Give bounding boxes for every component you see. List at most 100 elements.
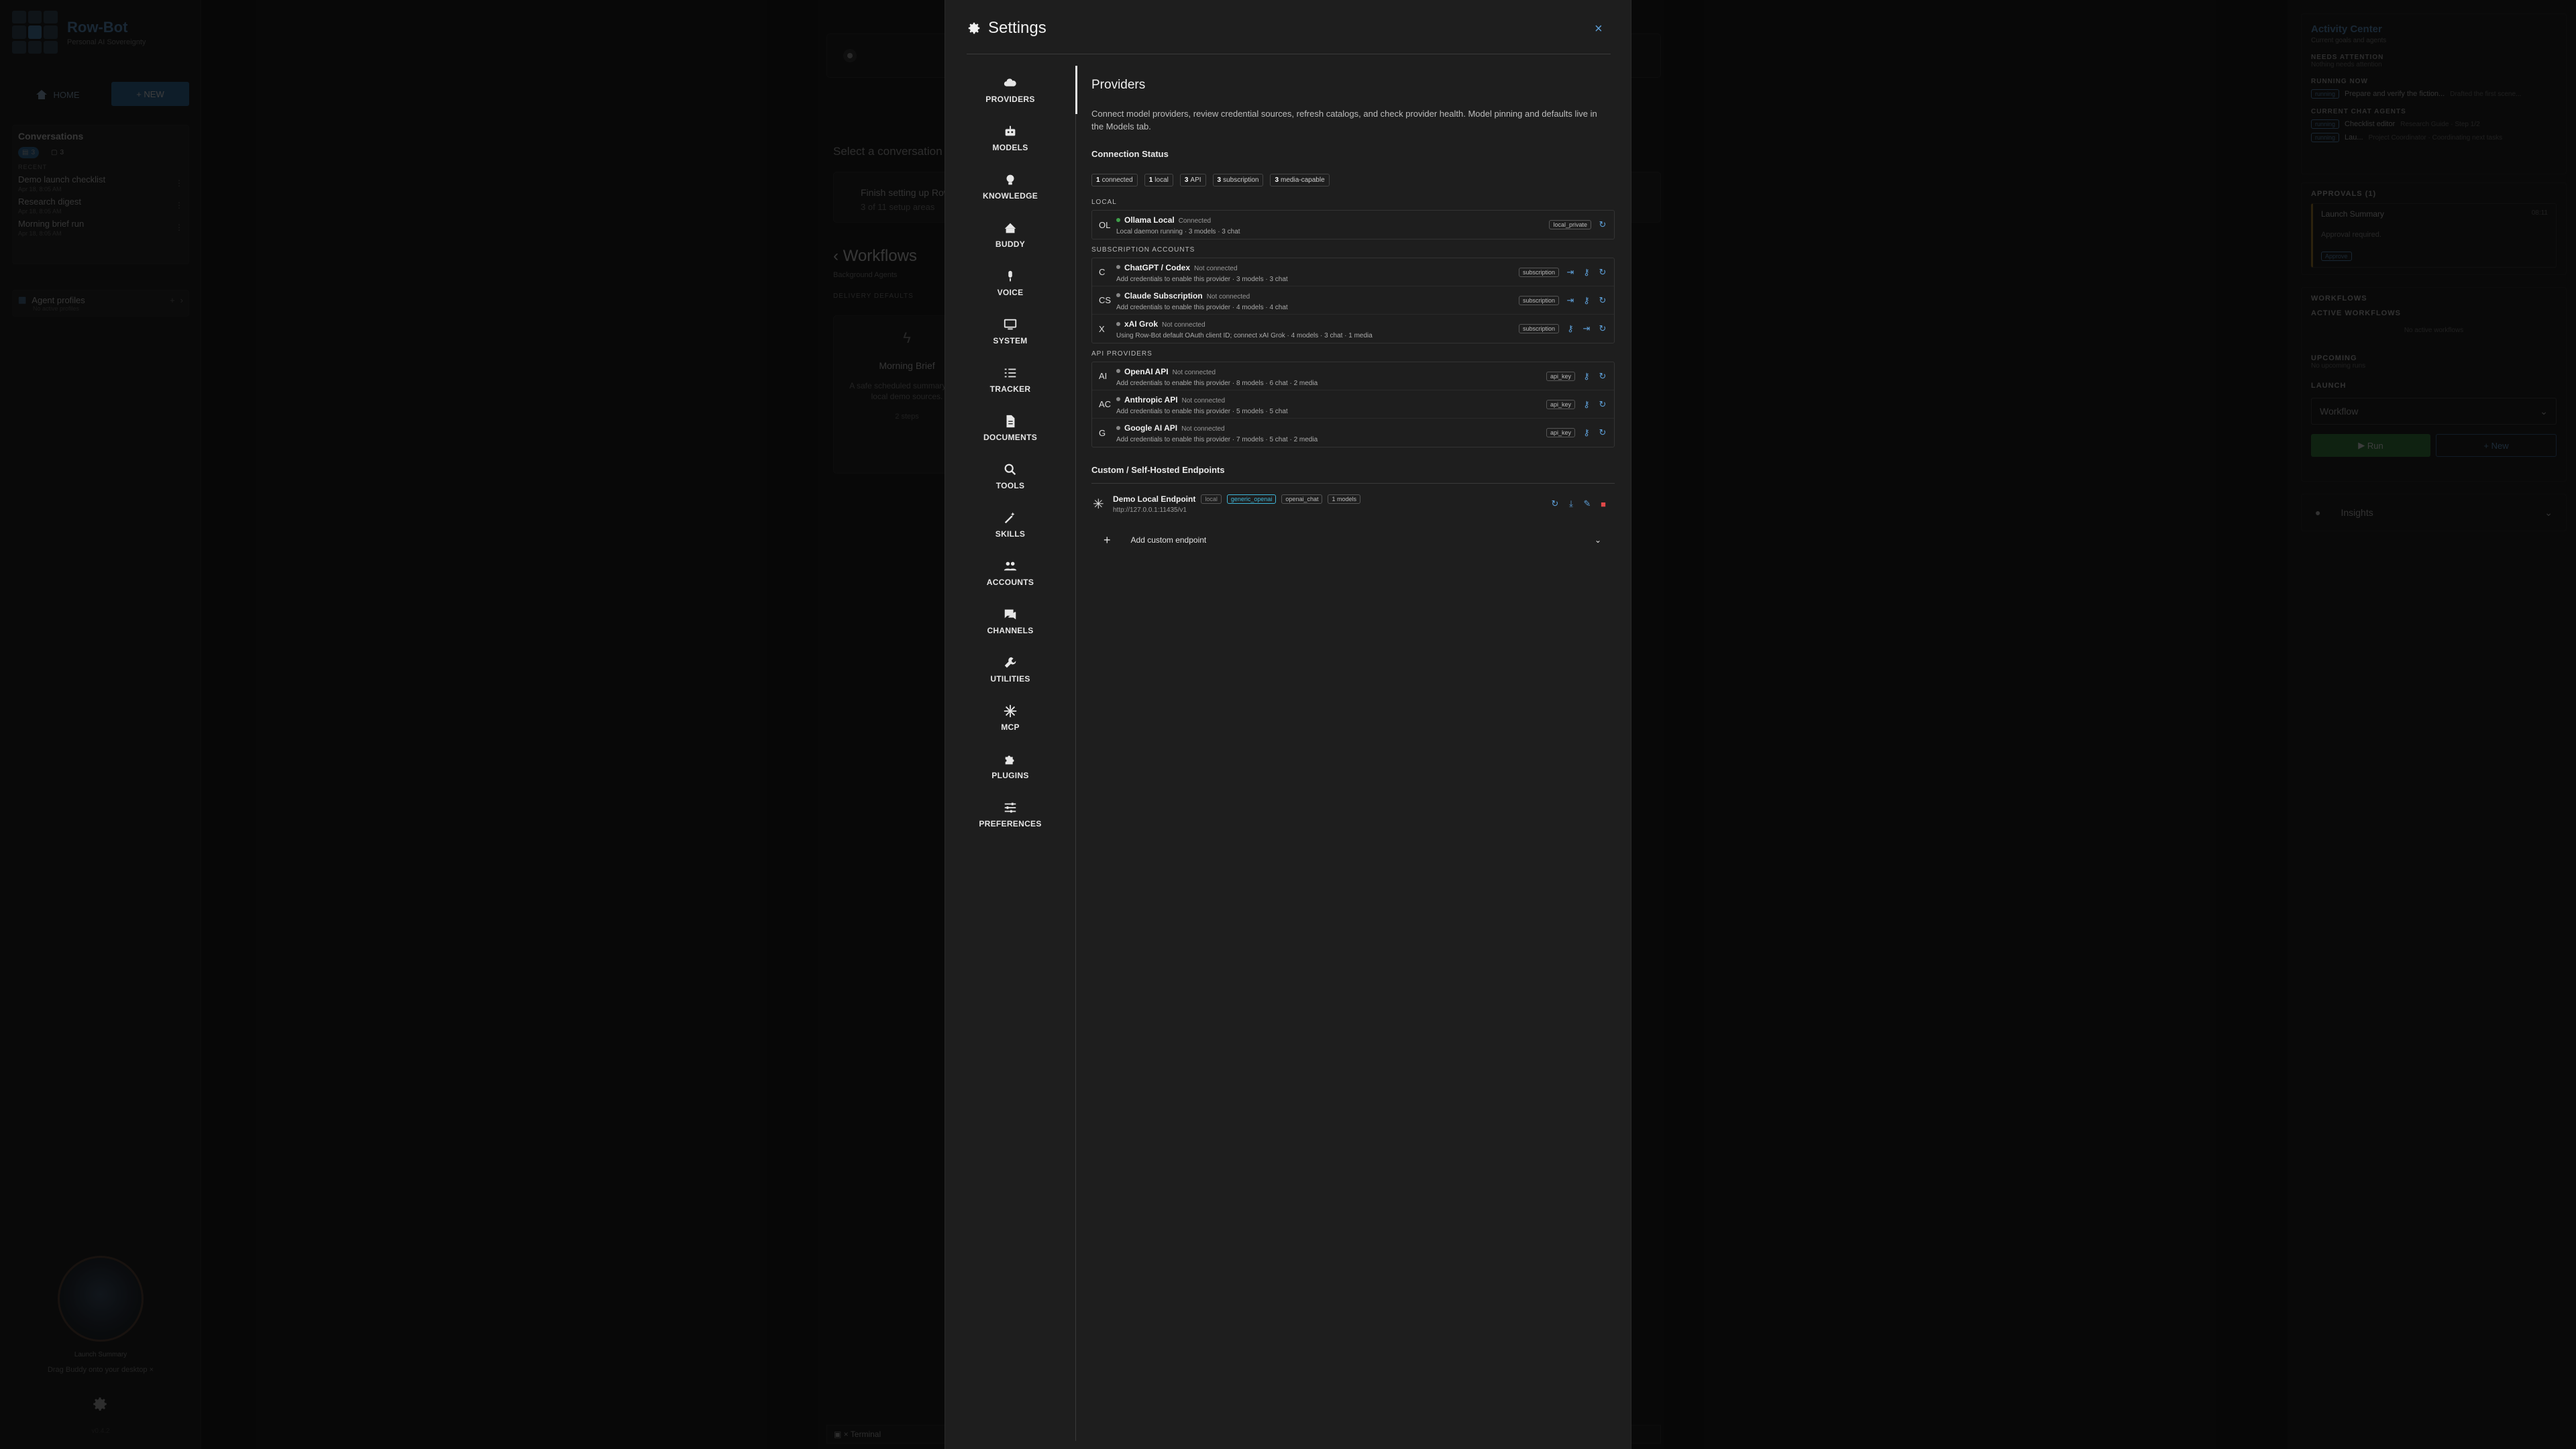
provider-status: Not connected — [1206, 292, 1250, 301]
delete-icon[interactable]: ■ — [1599, 499, 1608, 509]
provider-row[interactable]: OL Ollama Local Connected Local daemon runn… — [1092, 211, 1614, 239]
settings-title: Settings — [988, 19, 1046, 37]
status-chip: 3 API — [1179, 174, 1206, 186]
refresh-icon[interactable]: ↻ — [1598, 427, 1607, 438]
connection-status-chips: 1 connected 1 local 3 API 3 subscription 3 media-… — [1091, 174, 1615, 186]
refresh-icon[interactable]: ↻ — [1598, 295, 1607, 306]
provider-abbr: CS — [1099, 295, 1112, 305]
key-icon[interactable]: ⚷ — [1582, 427, 1591, 438]
provider-row[interactable]: AI OpenAI API Not connected Add credentials… — [1092, 362, 1614, 390]
nav-item-models[interactable]: MODELS — [945, 114, 1075, 162]
provider-status: Not connected — [1181, 425, 1225, 433]
provider-description: Add credentials to enable this provider … — [1116, 379, 1318, 387]
provider-tag: api_key — [1546, 400, 1575, 409]
provider-tag: subscription — [1518, 296, 1559, 305]
nav-item-system[interactable]: SYSTEM — [945, 307, 1075, 356]
nav-item-preferences[interactable]: PREFERENCES — [945, 790, 1075, 839]
checklist-icon — [1003, 366, 1018, 380]
status-dot — [1116, 369, 1120, 374]
endpoint-row[interactable]: ✳ Demo Local Endpoint local generic_open… — [1091, 484, 1615, 524]
key-icon[interactable]: ⚷ — [1566, 323, 1575, 334]
refresh-icon[interactable]: ↻ — [1598, 399, 1607, 410]
nav-item-label: SKILLS — [995, 529, 1026, 539]
provider-description: Add credentials to enable this provider … — [1116, 275, 1288, 283]
provider-row[interactable]: C ChatGPT / Codex Not connected Add credent… — [1092, 258, 1614, 286]
settings-modal: Settings × PROVIDERS MODELS KNOWLEDGE BUDDY… — [945, 0, 1631, 1449]
endpoint-tag: generic_openai — [1226, 494, 1277, 504]
custom-endpoints-heading: Custom / Self-Hosted Endpoints — [1091, 465, 1225, 475]
nav-item-providers[interactable]: PROVIDERS — [945, 66, 1075, 114]
provider-description: Local daemon running · 3 models · 3 chat — [1116, 228, 1240, 235]
refresh-icon[interactable]: ↻ — [1598, 219, 1607, 230]
nav-item-mcp[interactable]: MCP — [945, 694, 1075, 742]
refresh-icon[interactable]: ↻ — [1550, 498, 1560, 509]
provider-abbr: AI — [1099, 371, 1108, 381]
refresh-icon[interactable]: ↻ — [1598, 323, 1607, 334]
provider-status: Not connected — [1162, 321, 1205, 329]
nav-item-label: ACCOUNTS — [986, 578, 1034, 587]
add-custom-endpoint-button[interactable]: + Add custom endpoint ⌄ — [1091, 524, 1615, 556]
providers-title: Providers — [1091, 78, 1146, 92]
login-icon[interactable]: ⇥ — [1566, 267, 1575, 278]
nav-item-skills[interactable]: SKILLS — [945, 500, 1075, 549]
nav-item-buddy[interactable]: BUDDY — [945, 211, 1075, 259]
key-icon[interactable]: ⚷ — [1582, 295, 1591, 306]
provider-status: Not connected — [1181, 396, 1226, 405]
provider-description: Add credentials to enable this provider … — [1116, 436, 1318, 443]
nav-item-plugins[interactable]: PLUGINS — [945, 742, 1075, 790]
mic-icon — [1003, 269, 1018, 284]
provider-row[interactable]: G Google AI API Not connected Add credentia… — [1092, 419, 1614, 447]
provider-name: Google AI API — [1124, 423, 1178, 433]
provider-description: Using Row-Bot default OAuth client ID; c… — [1116, 332, 1373, 339]
key-icon[interactable]: ⚷ — [1582, 267, 1591, 278]
nav-item-accounts[interactable]: ACCOUNTS — [945, 549, 1075, 597]
wand-icon — [1003, 511, 1018, 525]
refresh-icon[interactable]: ↻ — [1598, 267, 1607, 278]
puzzle-icon — [1003, 752, 1018, 767]
api-section-label: API PROVIDERS — [1091, 350, 1152, 358]
provider-status: Not connected — [1194, 264, 1238, 272]
plus-icon: + — [1104, 533, 1111, 547]
nav-item-voice[interactable]: VOICE — [945, 259, 1075, 307]
local-providers: OL Ollama Local Connected Local daemon runn… — [1091, 210, 1615, 239]
subscription-providers: C ChatGPT / Codex Not connected Add credent… — [1091, 258, 1615, 343]
nav-item-documents[interactable]: DOCUMENTS — [945, 404, 1075, 452]
provider-row[interactable]: XxAI Grok Not connected Using Row-Bot defa… — [1092, 315, 1614, 343]
download-icon[interactable]: ⤓ — [1566, 498, 1576, 509]
provider-tag: subscription — [1518, 324, 1559, 333]
login-icon[interactable]: ⇥ — [1566, 295, 1575, 306]
key-icon[interactable]: ⚷ — [1582, 371, 1591, 382]
nav-item-label: UTILITIES — [990, 674, 1030, 684]
provider-abbr: X — [1099, 323, 1105, 334]
provider-tag: local_private — [1549, 220, 1591, 229]
provider-tag: api_key — [1546, 372, 1575, 381]
status-chip: 3 media-capable — [1270, 174, 1330, 186]
wrench-icon — [1003, 655, 1018, 670]
refresh-icon[interactable]: ↻ — [1598, 371, 1607, 382]
nav-item-label: KNOWLEDGE — [982, 191, 1038, 201]
nav-item-label: TRACKER — [989, 384, 1031, 394]
nav-item-tools[interactable]: TOOLS — [945, 452, 1075, 500]
people-icon — [1003, 559, 1018, 574]
settings-nav: PROVIDERS MODELS KNOWLEDGE BUDDY VOICE SYSTEM… — [945, 66, 1075, 839]
edit-icon[interactable]: ✎ — [1582, 498, 1592, 509]
provider-row[interactable]: AC Anthropic API Not connected Add credenti… — [1092, 390, 1614, 419]
api-providers: AI OpenAI API Not connected Add credentials… — [1091, 362, 1615, 447]
nav-item-utilities[interactable]: UTILITIES — [945, 645, 1075, 694]
status-chip: 1 connected — [1091, 174, 1138, 186]
search-icon — [1003, 462, 1018, 477]
nav-item-tracker[interactable]: TRACKER — [945, 356, 1075, 404]
key-icon[interactable]: ⚷ — [1582, 399, 1591, 410]
close-icon[interactable]: × — [1595, 21, 1603, 37]
provider-abbr: OL — [1099, 219, 1111, 230]
login-icon[interactable]: ⇥ — [1582, 323, 1591, 334]
endpoint-tag: 1 models — [1328, 494, 1360, 504]
provider-row[interactable]: CS Claude Subscription Not connected Add cr… — [1092, 286, 1614, 315]
provider-description: Add credentials to enable this provider … — [1116, 407, 1288, 415]
nav-item-channels[interactable]: CHANNELS — [945, 597, 1075, 645]
bulb-icon — [1003, 172, 1018, 187]
providers-description: Connect model providers, review credenti… — [1091, 109, 1597, 131]
status-chip: 3 subscription — [1212, 174, 1264, 186]
nav-item-knowledge[interactable]: KNOWLEDGE — [945, 162, 1075, 211]
robot-icon — [1003, 124, 1018, 139]
